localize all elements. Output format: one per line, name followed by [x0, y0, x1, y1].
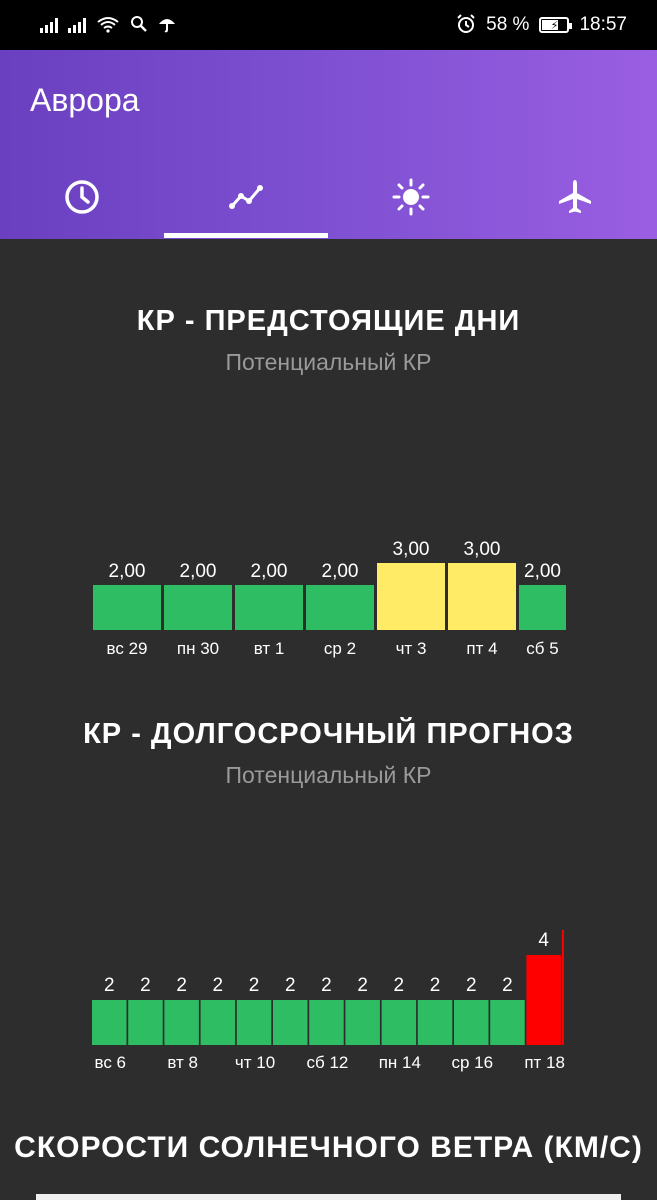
kp-bar-5[interactable] — [448, 563, 516, 630]
kp-longterm-tick-label-0: вс 6 — [94, 1053, 126, 1072]
kp-tick-label-1: пн 30 — [177, 639, 219, 658]
kp-longterm-bar-value-3: 2 — [213, 975, 224, 996]
kp-longterm-bar-value-2: 2 — [176, 975, 187, 996]
umbrella-icon — [158, 15, 176, 36]
kp-longterm-bar-5[interactable] — [273, 1000, 308, 1045]
longterm-title: КР - ДОЛГОСРОЧНЫЙ ПРОГНОЗ — [83, 718, 574, 750]
tab-sun[interactable] — [329, 155, 493, 239]
kp-longterm-tick-label-8: пн 14 — [379, 1053, 421, 1072]
kp-tick-label-0: вс 29 — [107, 639, 148, 658]
solar-wind-title: СКОРОСТИ СОЛНЕЧНОГО ВЕТРА (КМ/С) — [14, 1131, 643, 1164]
kp-longterm-bar-value-6: 2 — [321, 975, 332, 996]
kp-longterm-bar-8[interactable] — [381, 1000, 417, 1045]
kp-longterm-bar-9[interactable] — [417, 1000, 453, 1045]
clock-icon — [65, 180, 99, 214]
kp-longterm-bar-6[interactable] — [309, 1000, 344, 1045]
kp-longterm-bar-value-4: 2 — [249, 975, 260, 996]
kp-longterm-bar-7[interactable] — [345, 1000, 380, 1045]
kp-longterm-tick-label-10: ср 16 — [451, 1053, 493, 1072]
kp-bar-4[interactable] — [377, 563, 445, 630]
clock-time: 18:57 — [579, 14, 627, 35]
kp-longterm-bar-12[interactable] — [526, 955, 561, 1045]
signal-icon — [40, 17, 58, 33]
kp-tick-label-2: вт 1 — [254, 639, 285, 658]
tab-charts[interactable] — [164, 155, 328, 239]
signal-icon-2 — [68, 17, 86, 33]
upcoming-kp-chart: 2,00 вс 29 2,00 пн 30 2,00 вт 1 2,00 ср 2 3,00 чт… — [0, 530, 657, 670]
app-title: Аврора — [30, 82, 140, 118]
kp-longterm-tick-label-6: сб 12 — [307, 1053, 349, 1072]
battery-icon: ⚡ — [539, 17, 573, 33]
tab-travel[interactable] — [493, 155, 657, 239]
kp-longterm-bar-2[interactable] — [164, 1000, 199, 1045]
kp-longterm-bar-value-12: 4 — [538, 930, 549, 951]
kp-bar-value-4: 3,00 — [393, 539, 430, 560]
kp-longterm-bar-value-5: 2 — [285, 975, 296, 996]
kp-longterm-bar-1[interactable] — [128, 1000, 163, 1045]
sun-icon — [392, 178, 430, 216]
kp-bar-3[interactable] — [306, 585, 374, 630]
kp-longterm-bar-3[interactable] — [200, 1000, 236, 1045]
kp-longterm-bar-value-8: 2 — [394, 975, 405, 996]
app-header: Аврора — [0, 50, 657, 239]
longterm-kp-chart: 2 вс 6 2 2 вт 8 2 2 чт 10 2 2 сб 12 2 2 пн 14 2 2 ср 16 2… — [0, 925, 657, 1085]
kp-bar-0[interactable] — [93, 585, 161, 630]
longterm-kp-chart-svg: 2 вс 6 2 2 вт 8 2 2 чт 10 2 2 сб 12 2 2 пн 14 2 2 ср 16 2… — [92, 930, 565, 1072]
kp-tick-label-5: пт 4 — [466, 639, 497, 658]
battery-percent: 58 % — [486, 14, 530, 35]
kp-tick-label-6: сб 5 — [526, 639, 558, 658]
status-right: 58 % ⚡ 18:57 — [456, 13, 627, 37]
wifi-icon — [96, 15, 120, 36]
search-icon — [130, 15, 148, 36]
kp-tick-label-3: ср 2 — [324, 639, 356, 658]
upcoming-days-subtitle: Потенциальный КР — [225, 349, 432, 375]
longterm-subtitle: Потенциальный КР — [225, 762, 432, 788]
tab-clock[interactable] — [0, 155, 164, 239]
kp-longterm-bar-10[interactable] — [454, 1000, 489, 1045]
kp-longterm-bar-value-10: 2 — [466, 975, 477, 996]
upcoming-kp-chart-svg: 2,00 вс 29 2,00 пн 30 2,00 вт 1 2,00 ср 2 3,00 чт… — [93, 539, 566, 658]
kp-bar-2[interactable] — [235, 585, 303, 630]
upcoming-days-title: КР - ПРЕДСТОЯЩИЕ ДНИ — [136, 305, 521, 337]
kp-bar-value-3: 2,00 — [322, 561, 359, 582]
kp-longterm-tick-label-4: чт 10 — [235, 1053, 275, 1072]
kp-bar-value-1: 2,00 — [180, 561, 217, 582]
kp-bar-value-5: 3,00 — [464, 539, 501, 560]
kp-longterm-bar-4[interactable] — [236, 1000, 272, 1045]
kp-longterm-tick-label-2: вт 8 — [167, 1053, 198, 1072]
kp-tick-label-4: чт 3 — [396, 639, 427, 658]
kp-longterm-bar-value-1: 2 — [140, 975, 151, 996]
kp-bar-value-0: 2,00 — [109, 561, 146, 582]
kp-bar-value-6: 2,00 — [524, 561, 561, 582]
kp-bar-6[interactable] — [519, 585, 566, 630]
alarm-icon — [456, 13, 476, 37]
kp-bar-value-2: 2,00 — [251, 561, 288, 582]
app-screen: 58 % ⚡ 18:57 Аврора ▔▔▔ ▔▔▔ ▔▔▔ ▔▔▔ ▔▔▔ … — [0, 0, 657, 1200]
scrolled-chart-remnant: ▔▔▔ ▔▔▔ ▔▔▔ ▔▔▔ ▔▔▔ ▔▔▔ — [88, 232, 523, 244]
status-left — [40, 15, 176, 36]
kp-bar-1[interactable] — [164, 585, 232, 630]
airplane-icon — [558, 180, 591, 213]
kp-longterm-tick-label-12: пт 18 — [524, 1053, 565, 1072]
kp-longterm-bar-value-0: 2 — [104, 975, 115, 996]
chart-line-icon — [229, 185, 264, 209]
status-bar: 58 % ⚡ 18:57 — [0, 0, 657, 50]
next-chart-edge — [36, 1194, 621, 1200]
kp-longterm-bar-11[interactable] — [490, 1000, 525, 1045]
tab-bar — [0, 155, 657, 239]
kp-longterm-bar-value-9: 2 — [430, 975, 441, 996]
kp-longterm-bar-value-11: 2 — [502, 975, 513, 996]
kp-longterm-bar-0[interactable] — [92, 1000, 127, 1045]
kp-longterm-bar-value-7: 2 — [357, 975, 368, 996]
